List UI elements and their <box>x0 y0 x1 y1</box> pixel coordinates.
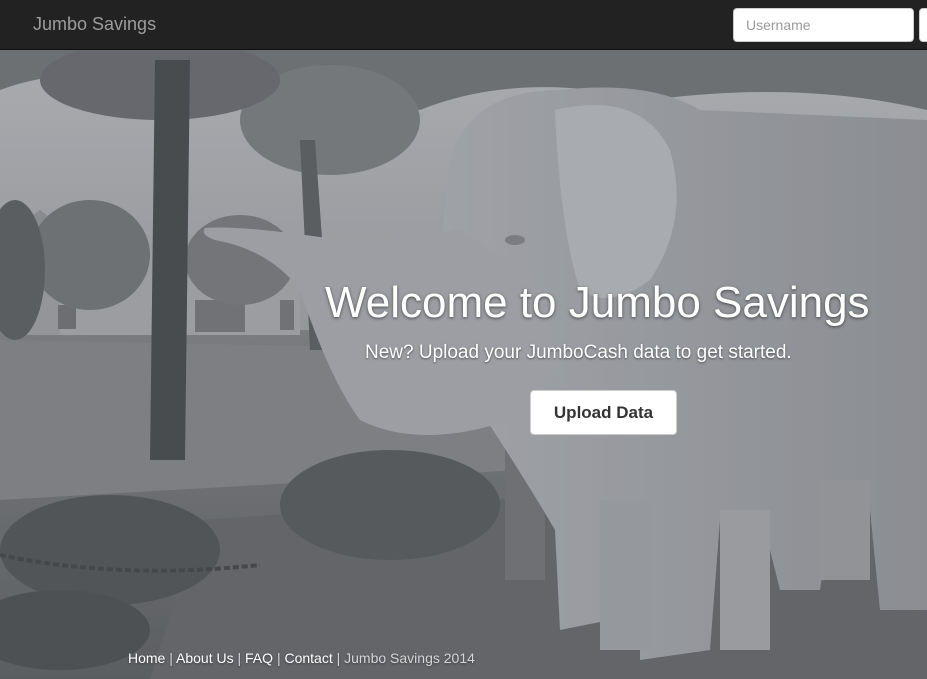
upload-data-button[interactable]: Upload Data <box>530 390 677 435</box>
footer-copyright: Jumbo Savings 2014 <box>344 650 475 666</box>
hero-overlay <box>0 50 927 679</box>
footer-separator: | <box>169 650 173 666</box>
footer-separator: | <box>237 650 242 666</box>
username-input[interactable] <box>733 8 914 42</box>
footer-separator: | <box>276 650 281 666</box>
hero-section: Welcome to Jumbo Savings New? Upload you… <box>0 50 927 679</box>
footer-link-faq[interactable]: FAQ <box>245 650 273 666</box>
hero-subtitle: New? Upload your JumboCash data to get s… <box>365 342 792 363</box>
footer-link-contact[interactable]: Contact <box>284 650 332 666</box>
hero-title: Welcome to Jumbo Savings <box>325 278 870 327</box>
footer-link-home[interactable]: Home <box>128 650 165 666</box>
footer-link-about-us[interactable]: About Us <box>176 650 234 666</box>
top-navbar: Jumbo Savings <box>0 0 927 50</box>
brand-link[interactable]: Jumbo Savings <box>33 14 156 35</box>
footer-separator: | <box>336 650 341 666</box>
password-input[interactable] <box>919 8 927 42</box>
footer: Home | About Us | FAQ | Contact | Jumbo … <box>128 650 475 666</box>
